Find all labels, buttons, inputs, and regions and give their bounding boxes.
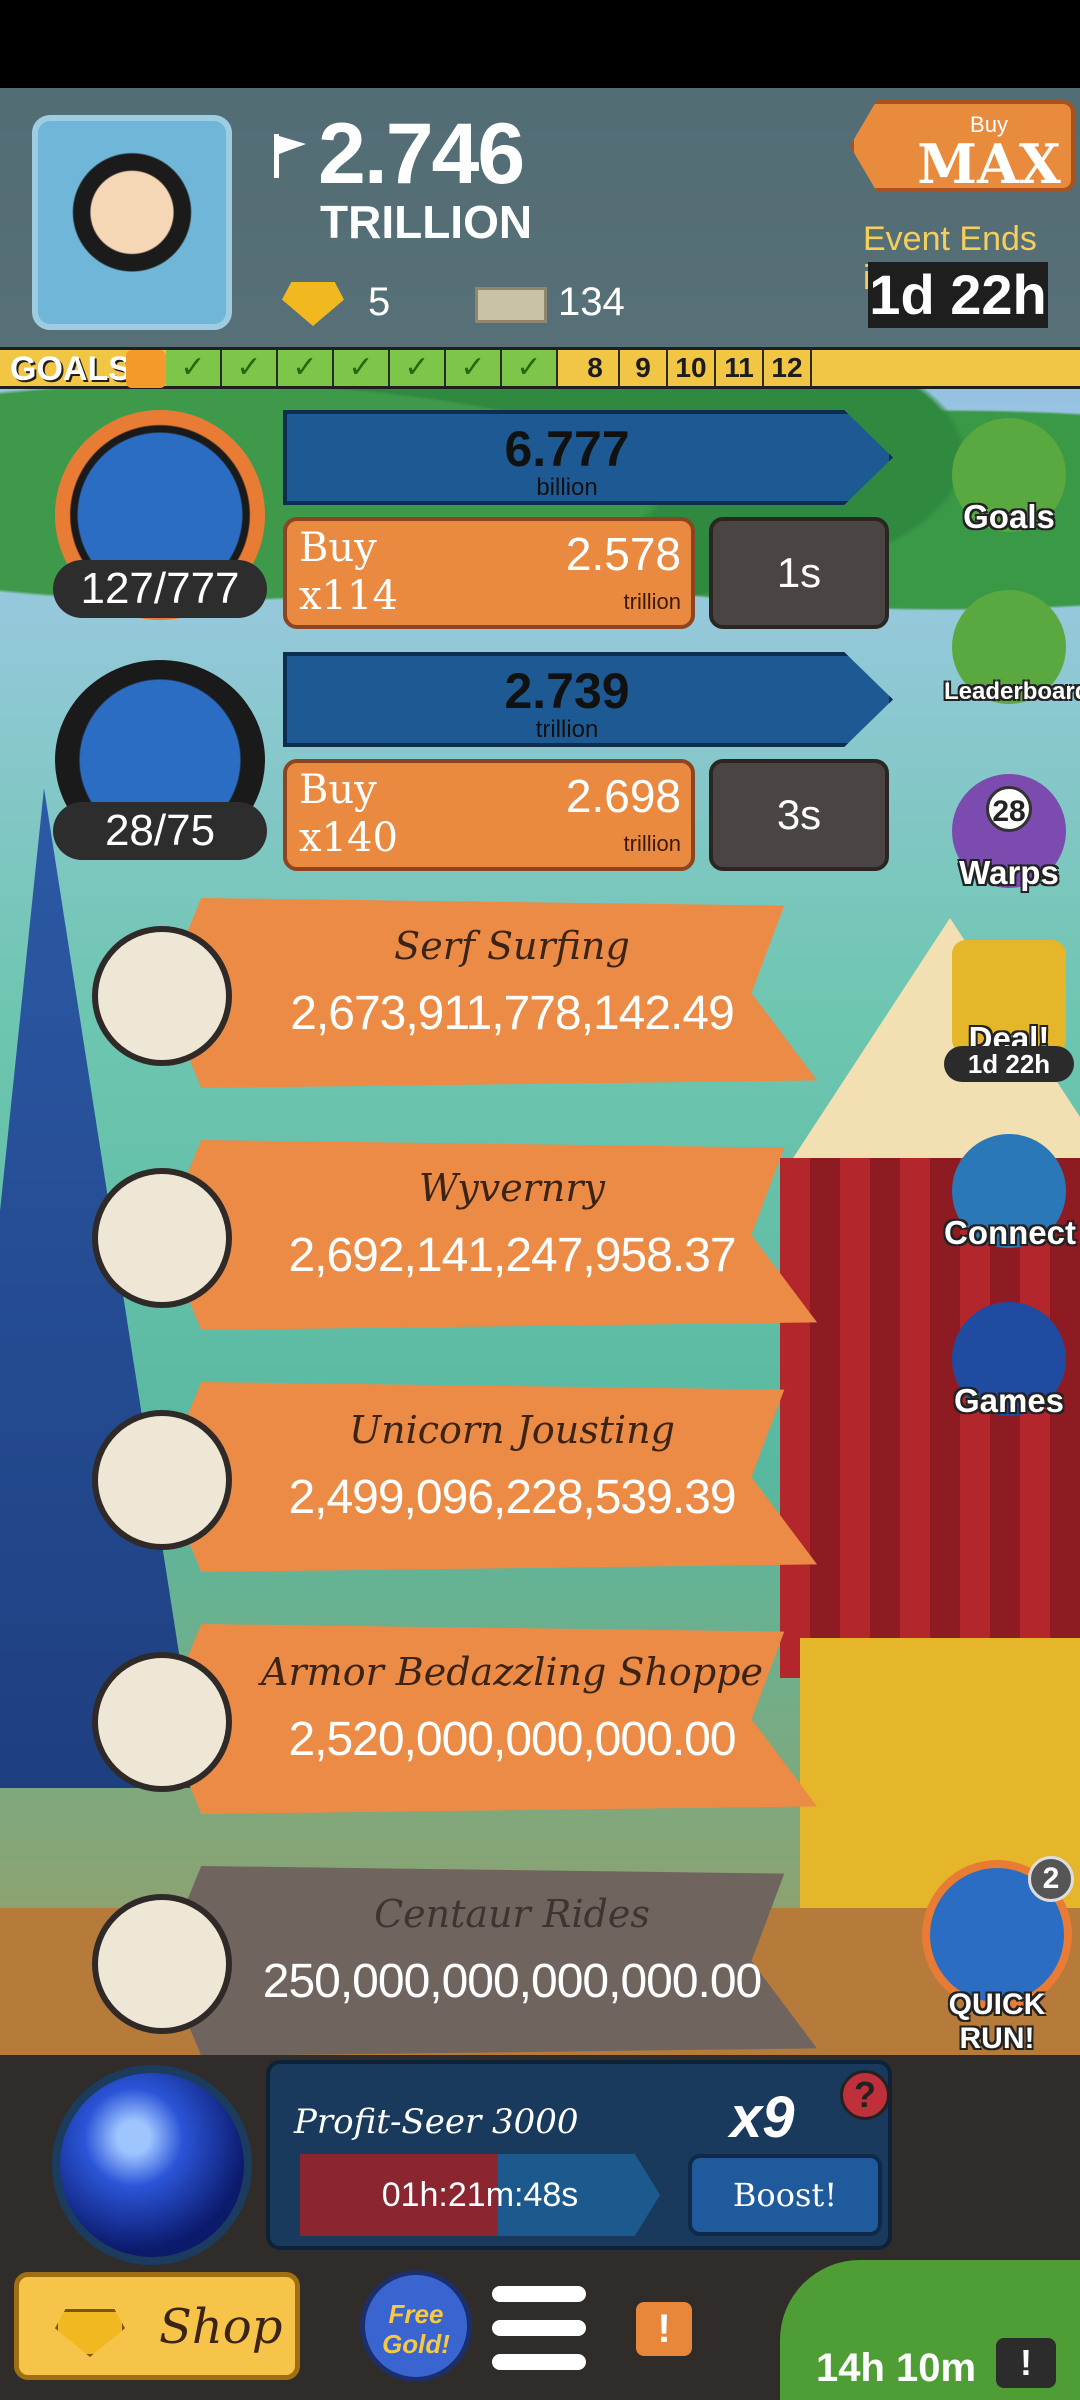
warps-label: Warps <box>959 854 1059 891</box>
goal-completed: ✓ <box>278 350 334 386</box>
cycle-timer: 1s <box>709 517 889 629</box>
centaur-icon <box>92 1894 232 2034</box>
leaderboard-label: Leaderboard <box>944 678 1080 705</box>
leaderboard-button[interactable]: Leaderboard <box>944 590 1080 720</box>
tickets-count: 134 <box>558 280 625 324</box>
goal-upcoming: 10 <box>668 350 716 386</box>
shop-label: Shop <box>159 2299 283 2355</box>
profit-display: 6.777 billion <box>283 410 893 505</box>
manager-count: 28/75 <box>53 802 267 860</box>
business-name: Centaur Rides <box>374 1892 650 1936</box>
ticket-icon <box>475 287 547 323</box>
business-name: Wyvernry <box>419 1166 605 1210</box>
manager-count: 127/777 <box>53 560 267 618</box>
warps-count: 28 <box>986 786 1032 832</box>
goal-upcoming: 12 <box>764 350 812 386</box>
seer-name: Profit-Seer 3000 <box>294 2102 579 2142</box>
gold-count: 5 <box>368 280 391 324</box>
business-armor-bedazzling[interactable]: Armor Bedazzling Shoppe 2,520,000,000,00… <box>92 1624 817 1814</box>
buy-max-button[interactable]: Buy MAX <box>850 100 1075 192</box>
deal-time: 1d 22h <box>944 1046 1074 1082</box>
goal-completed: ✓ <box>502 350 558 386</box>
profit-unit: billion <box>536 474 598 501</box>
buy-quantity: x114 <box>299 573 398 619</box>
manager-row-1: 127/777 6.777 billion Buy x114 2.578 tri… <box>45 410 895 630</box>
connect-button[interactable]: Connect <box>944 1134 1076 1264</box>
tv-timer-button[interactable]: 14h 10m ! <box>780 2260 1080 2400</box>
tv-icon: ! <box>996 2338 1056 2388</box>
menu-icon[interactable] <box>492 2286 586 2372</box>
shop-button[interactable]: Shop <box>14 2272 300 2380</box>
buy-cost-unit: trillion <box>623 589 681 614</box>
serf-surfing-icon <box>92 926 232 1066</box>
buy-label: Buy <box>299 525 377 571</box>
profit-seer-panel: Profit-Seer 3000 x9 ? 01h:21m:48s Boost! <box>266 2060 892 2250</box>
player-avatar[interactable] <box>32 115 232 330</box>
flag-icon <box>274 134 306 178</box>
goals-bar[interactable]: GOALS ✓ ✓ ✓ ✓ ✓ ✓ ✓ 8 9 10 11 12 <box>0 347 1080 389</box>
alert-icon[interactable]: ! <box>636 2302 692 2356</box>
goals-label: GOALS <box>10 350 131 388</box>
profit-value: 6.777 <box>504 421 630 477</box>
goal-completed: ✓ <box>222 350 278 386</box>
profit-display: 2.739 trillion <box>283 652 893 747</box>
unicorn-icon <box>92 1410 232 1550</box>
connect-label: Connect <box>944 1214 1076 1251</box>
goals-side-button[interactable]: Goals <box>944 418 1074 548</box>
crystal-ball-icon[interactable] <box>52 2065 252 2265</box>
help-button[interactable]: ? <box>840 2070 890 2120</box>
seer-multiplier: x9 <box>730 2085 795 2150</box>
event-time: 1d 22h <box>868 262 1048 328</box>
business-centaur-rides[interactable]: Centaur Rides 250,000,000,000,000.00 <box>92 1866 817 2056</box>
goal-completed: ✓ <box>334 350 390 386</box>
seer-progress-bar: 01h:21m:48s <box>300 2154 660 2236</box>
warps-button[interactable]: 28 Warps <box>944 774 1074 904</box>
buy-max-main-label: MAX <box>917 132 1061 196</box>
profit-value: 2.739 <box>504 663 630 719</box>
goal-upcoming: 9 <box>620 350 668 386</box>
buy-cost: 2.578 <box>565 528 681 580</box>
quick-run-button[interactable]: 2 QUICK RUN! <box>918 1856 1076 2055</box>
business-value: 2,673,911,778,142.49 <box>290 987 735 1040</box>
seer-timer: 01h:21m:48s <box>381 2176 579 2214</box>
manager-row-2: 28/75 2.739 trillion Buy x140 2.698 tril… <box>45 652 895 872</box>
games-button[interactable]: Games <box>944 1302 1074 1432</box>
free-gold-button[interactable]: Free Gold! <box>360 2270 472 2382</box>
wyvern-icon <box>92 1168 232 1308</box>
buy-cost-unit: trillion <box>623 831 681 856</box>
buy-label: Buy <box>299 767 377 813</box>
tv-timer: 14h 10m <box>816 2346 977 2390</box>
business-value: 2,499,096,228,539.39 <box>288 1471 736 1524</box>
gem-icon <box>55 2309 125 2357</box>
business-value: 2,520,000,000,000.00 <box>288 1713 736 1766</box>
business-name: Unicorn Jousting <box>349 1408 675 1452</box>
business-name: Serf Surfing <box>394 924 630 968</box>
buy-cost: 2.698 <box>565 770 681 822</box>
business-value: 250,000,000,000,000.00 <box>262 1955 763 2008</box>
cash-unit: TRILLION <box>320 196 533 248</box>
goals-side-label: Goals <box>963 498 1055 535</box>
goal-completed: ✓ <box>390 350 446 386</box>
business-unicorn-jousting[interactable]: Unicorn Jousting 2,499,096,228,539.39 <box>92 1382 817 1572</box>
goal-completed: ✓ <box>166 350 222 386</box>
business-value: 2,692,141,247,958.37 <box>288 1229 736 1282</box>
goal-upcoming: 8 <box>572 350 620 386</box>
boost-button[interactable]: Boost! <box>688 2154 882 2236</box>
gift-icon <box>126 350 166 388</box>
buy-button[interactable]: Buy x114 2.578 trillion <box>283 517 695 629</box>
goal-completed: ✓ <box>446 350 502 386</box>
quick-run-count: 2 <box>1028 1856 1074 1902</box>
buy-quantity: x140 <box>299 815 398 861</box>
armor-icon <box>92 1652 232 1792</box>
goal-upcoming: 11 <box>716 350 764 386</box>
games-label: Games <box>953 1382 1065 1419</box>
quick-run-label: QUICK RUN! <box>948 1988 1046 2055</box>
profit-unit: trillion <box>535 716 599 743</box>
business-serf-surfing[interactable]: Serf Surfing 2,673,911,778,142.49 <box>92 898 817 1088</box>
cash-value: 2.746 <box>318 106 525 202</box>
business-wyvernry[interactable]: Wyvernry 2,692,141,247,958.37 <box>92 1140 817 1330</box>
business-name: Armor Bedazzling Shoppe <box>261 1650 763 1694</box>
buy-button[interactable]: Buy x140 2.698 trillion <box>283 759 695 871</box>
cycle-timer: 3s <box>709 759 889 871</box>
